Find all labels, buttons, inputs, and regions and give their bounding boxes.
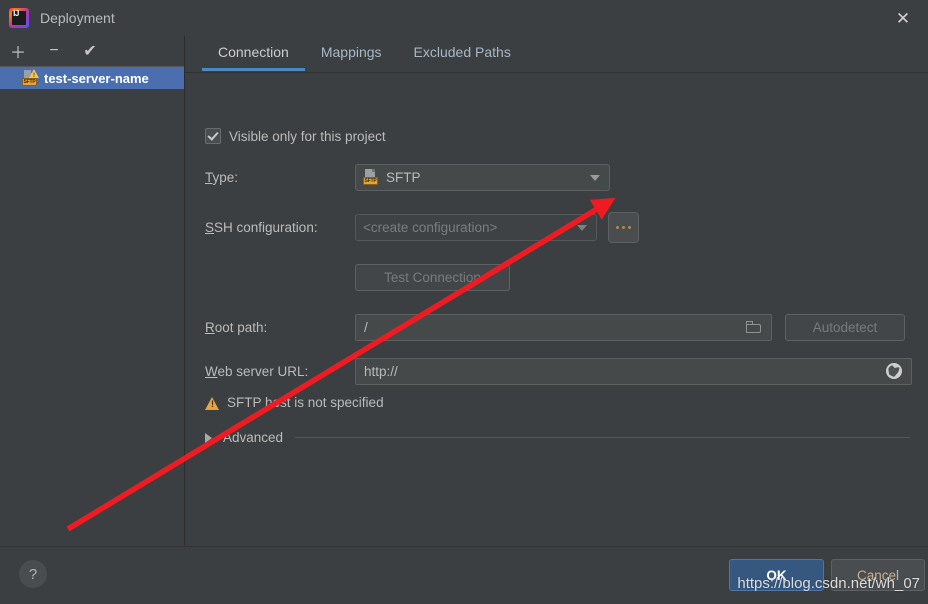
sidebar-item-label: test-server-name <box>44 70 149 86</box>
ssh-configuration-browse-button[interactable] <box>608 211 639 243</box>
deployment-dialog: IJ Deployment ✕ ＋ − ✔ SFTP ! test-server… <box>0 0 928 604</box>
window-title: Deployment <box>40 10 115 26</box>
ssh-configuration-label: SSH configuration: <box>205 219 318 235</box>
sftp-warning-icon: SFTP ! <box>22 69 39 86</box>
type-row: Type: SFTP SFTP <box>205 163 915 191</box>
ssh-configuration-value: <create configuration> <box>363 219 498 235</box>
root-path-input[interactable]: / <box>355 313 772 341</box>
type-value: SFTP <box>386 169 421 185</box>
validation-warning: ! SFTP host is not specified <box>205 395 384 410</box>
chevron-right-icon <box>205 432 212 443</box>
globe-icon[interactable] <box>886 363 902 379</box>
watermark-text: https://blog.csdn.net/wh_07 <box>737 575 920 592</box>
server-list-toolbar: ＋ − ✔ <box>0 36 184 67</box>
visible-only-label: Visible only for this project <box>229 128 386 144</box>
sftp-icon: SFTP <box>363 169 379 185</box>
server-list-panel: ＋ − ✔ SFTP ! test-server-name <box>0 36 185 545</box>
remove-icon[interactable]: − <box>44 41 64 61</box>
title-bar: IJ Deployment ✕ <box>0 0 928 36</box>
type-label: Type: <box>205 169 239 185</box>
root-path-row: Root path: / Autodetect <box>205 313 915 341</box>
autodetect-button[interactable]: Autodetect <box>785 313 905 341</box>
test-connection-button[interactable]: Test Connection <box>355 263 510 291</box>
validation-warning-text: SFTP host is not specified <box>227 395 384 410</box>
test-connection-row: Test Connection <box>205 263 510 291</box>
sidebar-item-test-server-name[interactable]: SFTP ! test-server-name <box>0 67 184 89</box>
dot-1 <box>616 225 619 229</box>
folder-icon[interactable] <box>746 321 761 333</box>
dot-3 <box>628 225 631 229</box>
chevron-down-icon <box>577 225 587 231</box>
visible-only-checkbox-row[interactable]: Visible only for this project <box>205 128 386 144</box>
intellij-idea-logo-icon: IJ <box>9 8 29 28</box>
web-server-url-input[interactable]: http:// <box>355 357 912 385</box>
tab-excluded-paths[interactable]: Excluded Paths <box>398 36 527 70</box>
tab-bar: Connection Mappings Excluded Paths <box>185 36 928 73</box>
web-server-url-value: http:// <box>364 363 398 379</box>
set-default-icon[interactable]: ✔ <box>80 41 100 61</box>
advanced-section-header[interactable]: Advanced <box>205 430 910 445</box>
type-combobox[interactable]: SFTP SFTP <box>355 163 610 191</box>
add-icon[interactable]: ＋ <box>8 41 28 62</box>
ssh-configuration-row: SSH configuration: <create configuration… <box>205 211 915 243</box>
close-icon[interactable]: ✕ <box>886 4 920 32</box>
help-button[interactable]: ? <box>19 560 47 588</box>
warning-triangle-icon: ! <box>205 396 220 410</box>
chevron-down-icon <box>590 175 600 181</box>
tab-connection[interactable]: Connection <box>202 36 305 71</box>
ssh-configuration-combobox[interactable]: <create configuration> <box>355 213 597 241</box>
root-path-value: / <box>364 319 368 335</box>
visible-only-checkbox[interactable] <box>205 128 221 144</box>
connection-panel: Connection Mappings Excluded Paths Visib… <box>185 36 928 545</box>
web-server-url-label: Web server URL: <box>205 363 309 379</box>
tab-mappings[interactable]: Mappings <box>305 36 398 70</box>
root-path-label: Root path: <box>205 319 268 335</box>
advanced-divider <box>295 437 910 438</box>
web-server-url-row: Web server URL: http:// <box>205 357 915 385</box>
dot-2 <box>622 225 625 229</box>
advanced-label: Advanced <box>223 430 284 445</box>
